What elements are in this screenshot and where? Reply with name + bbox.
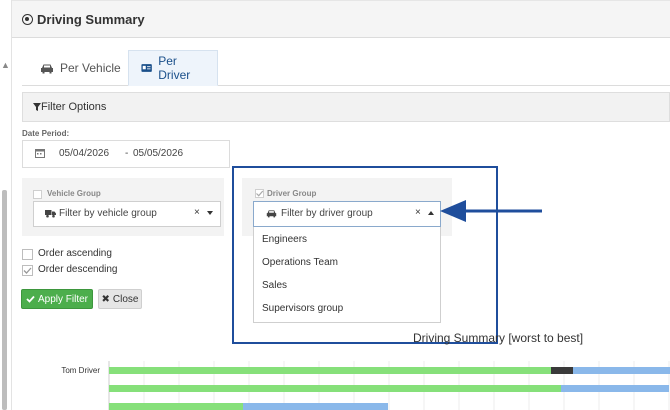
chart-category-label: Tom Driver (61, 366, 100, 375)
tab-per-driver-label: Per Driver (158, 54, 191, 82)
filter-options-text: Filter Options (41, 101, 107, 113)
chart-title: Driving Summary [worst to best] (413, 331, 584, 345)
vehicle-group-label: Vehicle Group (47, 189, 101, 198)
chart-bar[interactable] (109, 403, 243, 410)
annotation-arrow-icon (440, 200, 542, 222)
page-title: Driving Summary (22, 12, 145, 27)
tab-per-vehicle-label: Per Vehicle (60, 61, 121, 75)
order-descending-checkbox[interactable] (22, 265, 33, 276)
driving-summary-chart: Tom Driver (61, 361, 670, 410)
apply-filter-button[interactable]: Apply Filter (21, 289, 93, 309)
filter-options-label[interactable]: Filter Options (33, 101, 106, 113)
clear-icon[interactable]: × (194, 207, 200, 218)
vehicle-group-placeholder-text: Filter by vehicle group (59, 208, 157, 219)
chart-bar[interactable] (109, 385, 561, 392)
order-ascending-checkbox[interactable] (22, 249, 33, 260)
id-card-icon (141, 64, 152, 72)
car-icon (41, 64, 53, 73)
check-icon (26, 295, 35, 303)
order-descending-label[interactable]: Order descending (38, 264, 118, 275)
user-circle-icon (22, 14, 33, 25)
annotation-highlight-box (232, 166, 498, 344)
chart-bar[interactable] (109, 367, 551, 374)
chevron-down-icon[interactable] (207, 211, 213, 215)
close-button[interactable]: ✖ Close (98, 289, 142, 309)
page-title-text: Driving Summary (37, 12, 145, 27)
apply-filter-label: Apply Filter (37, 293, 88, 305)
chart-bar[interactable] (561, 385, 669, 392)
collapse-arrow-icon[interactable]: ▲ (1, 60, 10, 70)
date-separator: - (125, 148, 129, 159)
filter-options-bar[interactable] (22, 92, 670, 122)
order-ascending-label[interactable]: Order ascending (38, 248, 112, 259)
filter-icon (33, 103, 41, 111)
chart-bar[interactable] (243, 403, 388, 410)
tab-per-vehicle[interactable]: Per Vehicle (28, 50, 133, 86)
tab-per-driver[interactable]: Per Driver (128, 50, 218, 86)
truck-icon (45, 210, 56, 218)
vehicle-group-placeholder: Filter by vehicle group (45, 208, 157, 219)
chart-bar[interactable] (573, 367, 670, 374)
close-icon: ✖ (101, 293, 110, 305)
check-icon (23, 267, 32, 274)
calendar-icon (35, 149, 45, 158)
date-start-value[interactable]: 05/04/2026 (59, 148, 109, 159)
date-end-value[interactable]: 05/05/2026 (133, 148, 183, 159)
chart-bar[interactable] (551, 367, 573, 374)
vehicle-group-checkbox[interactable] (33, 190, 42, 199)
date-period-label: Date Period: (22, 129, 70, 138)
close-label: Close (112, 293, 139, 305)
